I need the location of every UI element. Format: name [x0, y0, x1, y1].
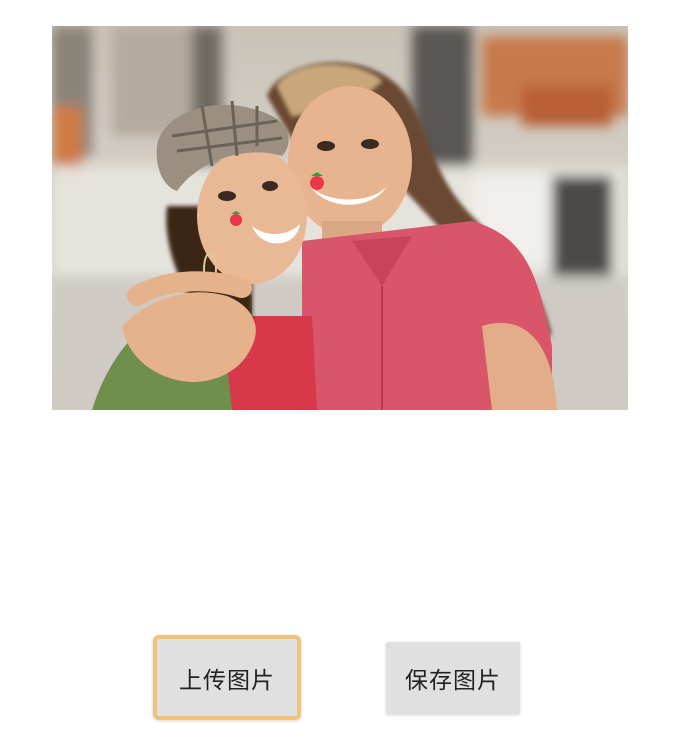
photo-preview [52, 26, 628, 410]
save-image-button[interactable]: 保存图片 [386, 642, 520, 714]
upload-image-button[interactable]: 上传图片 [153, 635, 301, 720]
